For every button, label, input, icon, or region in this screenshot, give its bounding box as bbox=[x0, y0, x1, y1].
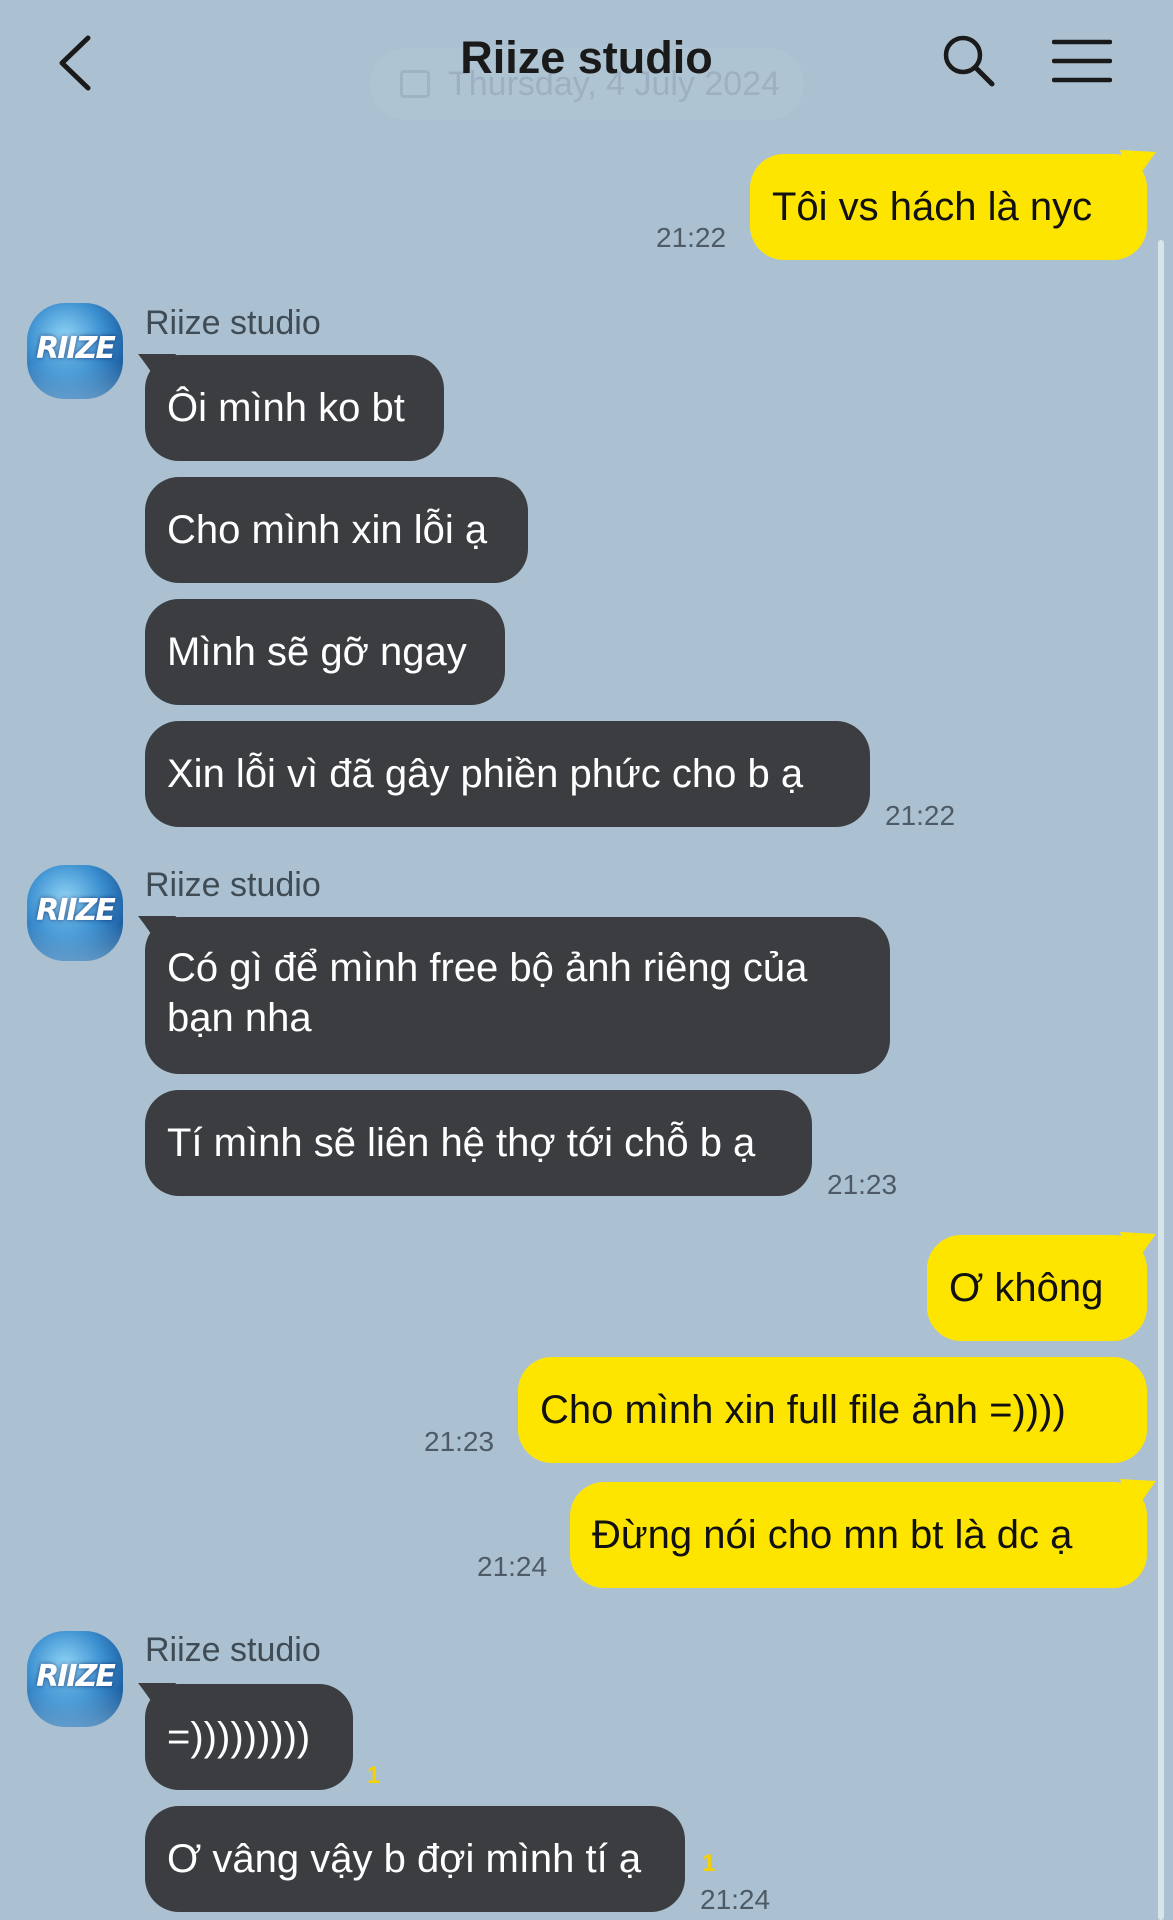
avatar-logo: RIIZE bbox=[36, 331, 116, 366]
incoming-message[interactable]: Ơ vâng vậy b đợi mình tí ạ bbox=[145, 1806, 685, 1912]
avatar-wave bbox=[27, 1688, 123, 1727]
outgoing-message[interactable]: Cho mình xin full file ảnh =)))) bbox=[518, 1357, 1147, 1463]
sender-name: Riize studio bbox=[145, 866, 321, 904]
message-time: 21:22 bbox=[656, 222, 727, 253]
incoming-message[interactable]: Cho mình xin lỗi ạ bbox=[145, 477, 528, 583]
chat-header: Thursday, 4 July 2024 Riize studio bbox=[0, 0, 1173, 130]
avatar[interactable]: RIIZE bbox=[27, 865, 123, 961]
avatar-wave bbox=[27, 922, 123, 961]
avatar-wave bbox=[27, 360, 123, 399]
avatar[interactable]: RIIZE bbox=[27, 1631, 123, 1727]
message-time: 21:24 bbox=[477, 1551, 548, 1582]
unread-count: 1 bbox=[702, 1850, 716, 1877]
message-time: 21:24 bbox=[700, 1884, 771, 1915]
chat-title: Riize studio bbox=[460, 32, 713, 83]
avatar-logo: RIIZE bbox=[36, 1659, 116, 1694]
incoming-message[interactable]: Mình sẽ gỡ ngay bbox=[145, 599, 505, 705]
incoming-message[interactable]: =))))))))) bbox=[145, 1684, 353, 1790]
message-time: 21:22 bbox=[885, 800, 956, 831]
message-time: 21:23 bbox=[424, 1426, 495, 1457]
avatar-logo: RIIZE bbox=[36, 893, 116, 928]
incoming-message[interactable]: Ôi mình ko bt bbox=[145, 355, 444, 461]
message-time: 21:23 bbox=[827, 1169, 898, 1200]
sender-name: Riize studio bbox=[145, 304, 321, 342]
incoming-message[interactable]: Có gì để mình free bộ ảnh riêng của bạn … bbox=[145, 917, 890, 1074]
outgoing-message[interactable]: Đừng nói cho mn bt là dc ạ bbox=[570, 1482, 1147, 1588]
incoming-message[interactable]: Tí mình sẽ liên hệ thợ tới chỗ b ạ bbox=[145, 1090, 812, 1196]
unread-count: 1 bbox=[367, 1762, 381, 1789]
outgoing-message[interactable]: Tôi vs hách là nyc bbox=[750, 154, 1147, 260]
outgoing-message[interactable]: Ơ không bbox=[927, 1235, 1147, 1341]
scrollbar[interactable] bbox=[1158, 240, 1164, 1920]
sender-name: Riize studio bbox=[145, 1631, 321, 1669]
avatar[interactable]: RIIZE bbox=[27, 303, 123, 399]
incoming-message[interactable]: Xin lỗi vì đã gây phiền phức cho b ạ bbox=[145, 721, 870, 827]
